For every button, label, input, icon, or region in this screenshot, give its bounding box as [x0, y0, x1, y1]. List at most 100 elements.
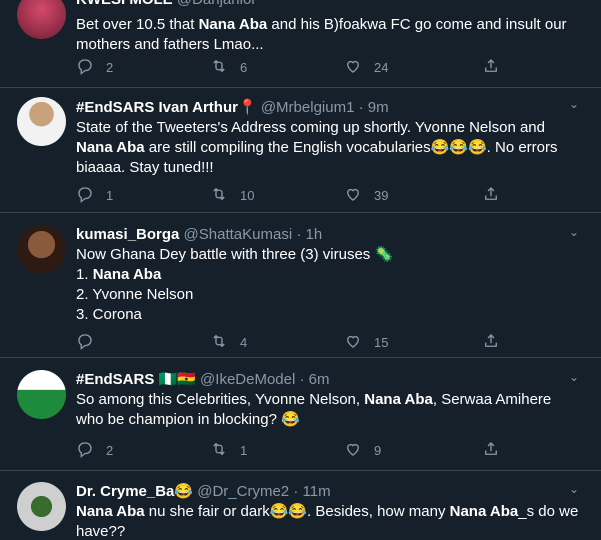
like-button[interactable]: 24 [344, 57, 388, 78]
tweet-actions: 2 1 9 [76, 440, 506, 460]
timestamp[interactable]: 11m [303, 483, 331, 500]
tweet-text: State of the Tweeters's Address coming u… [76, 118, 579, 178]
avatar[interactable] [17, 225, 66, 274]
tweet-header: Dr. Cryme_Ba😂 @Dr_Cryme2 · 11m [76, 482, 579, 502]
like-icon [344, 185, 362, 206]
share-button[interactable] [482, 440, 500, 461]
tweet-header: KWESI MOLE @Danjanior [76, 0, 579, 10]
tweet-text-segment: are still compiling the English vocabula… [76, 139, 562, 176]
tweet-text: Bet over 10.5 that Nana Aba and his B)fo… [76, 15, 579, 55]
tweet-header: #EndSARS 🇳🇬🇬🇭 @IkeDeModel · 6m [76, 370, 579, 390]
reply-count: 2 [106, 60, 114, 75]
author-handle[interactable]: @ShattaKumasi [184, 226, 293, 243]
tweet[interactable]: kumasi_Borga @ShattaKumasi · 1h Now Ghan… [0, 213, 601, 358]
like-count: 15 [374, 335, 389, 350]
tweet-text-segment: So among this Celebrities, Yvonne Nelson… [76, 391, 365, 408]
tweet-text-segment: 2. Yvonne Nelson 3. Corona [76, 286, 194, 323]
like-count: 9 [374, 443, 382, 458]
chevron-down-icon[interactable]: ⌄ [569, 225, 579, 239]
avatar[interactable] [17, 97, 66, 146]
separator-dot: · [296, 226, 302, 243]
author-handle[interactable]: @Dr_Cryme2 [197, 483, 289, 500]
tweet-actions: 2 6 24 [76, 57, 506, 77]
author-name[interactable]: kumasi_Borga [76, 226, 179, 243]
share-icon [482, 440, 500, 461]
avatar[interactable] [17, 482, 66, 531]
tweet-text-segment: Bet over 10.5 that [76, 16, 199, 33]
retweet-icon [210, 185, 228, 206]
like-button[interactable]: 9 [344, 440, 381, 461]
tweet-text: Nana Aba nu she fair or dark😂😂. Besides,… [76, 502, 579, 540]
timestamp[interactable]: 9m [368, 99, 389, 116]
reply-icon [76, 332, 94, 353]
reply-icon [76, 440, 94, 461]
highlighted-term: Nana Aba [76, 503, 145, 520]
tweet[interactable]: #EndSARS Ivan Arthur📍 @Mrbelgium1 · 9m S… [0, 88, 601, 213]
like-icon [344, 332, 362, 353]
retweet-button[interactable]: 10 [210, 185, 254, 206]
reply-button[interactable]: 2 [76, 57, 113, 78]
share-button[interactable] [482, 185, 500, 206]
share-icon [482, 185, 500, 206]
highlighted-term: Nana Aba [198, 16, 268, 33]
avatar[interactable] [17, 0, 66, 39]
author-name[interactable]: #EndSARS Ivan Arthur [76, 99, 238, 116]
like-icon [344, 440, 362, 461]
tweet-actions: 1 10 39 [76, 185, 506, 205]
share-button[interactable] [482, 57, 500, 78]
tweet-actions: 4 15 [76, 332, 506, 352]
chevron-down-icon[interactable]: ⌄ [569, 97, 579, 111]
reply-count: 1 [106, 188, 114, 203]
tweet[interactable]: KWESI MOLE @Danjanior Bet over 10.5 that… [0, 0, 601, 88]
separator-dot: · [299, 371, 305, 388]
separator-dot: · [293, 483, 299, 500]
timestamp[interactable]: 1h [306, 226, 323, 243]
retweet-icon [210, 440, 228, 461]
retweet-count: 4 [240, 335, 248, 350]
retweet-icon [210, 57, 228, 78]
reply-button[interactable] [76, 332, 106, 353]
tweet-text-segment: nu she fair or dark😂😂. Besides, how many [144, 503, 450, 520]
share-icon [482, 332, 500, 353]
tweet[interactable]: Dr. Cryme_Ba😂 @Dr_Cryme2 · 11m Nana Aba … [0, 471, 601, 540]
reply-button[interactable]: 1 [76, 185, 113, 206]
retweet-button[interactable]: 6 [210, 57, 247, 78]
highlighted-term: Nana Aba [76, 139, 145, 156]
tweet-header: kumasi_Borga @ShattaKumasi · 1h [76, 225, 579, 245]
author-name[interactable]: Dr. Cryme_Ba😂 [76, 483, 193, 500]
tweet-header: #EndSARS Ivan Arthur📍 @Mrbelgium1 · 9m [76, 97, 579, 118]
reply-icon [76, 57, 94, 78]
highlighted-term: Nana Aba [92, 266, 162, 283]
avatar[interactable] [17, 370, 66, 419]
retweet-button[interactable]: 1 [210, 440, 247, 461]
location-pin-icon: 📍 [237, 98, 257, 116]
like-button[interactable]: 15 [344, 332, 388, 353]
highlighted-term: Nana Aba [449, 503, 519, 520]
retweet-count: 10 [240, 188, 255, 203]
tweet-text: Now Ghana Dey battle with three (3) viru… [76, 245, 579, 325]
chevron-down-icon[interactable]: ⌄ [569, 482, 579, 496]
timestamp[interactable]: 6m [309, 371, 330, 388]
retweet-count: 1 [240, 443, 248, 458]
reply-button[interactable]: 2 [76, 440, 113, 461]
tweet[interactable]: #EndSARS 🇳🇬🇬🇭 @IkeDeModel · 6m So among … [0, 358, 601, 471]
author-name[interactable]: #EndSARS 🇳🇬🇬🇭 [76, 371, 196, 388]
chevron-down-icon[interactable]: ⌄ [569, 370, 579, 384]
separator-dot: · [358, 99, 364, 116]
retweet-button[interactable]: 4 [210, 332, 247, 353]
highlighted-term: Nana Aba [364, 391, 433, 408]
like-icon [344, 57, 362, 78]
author-handle[interactable]: @IkeDeModel [200, 371, 295, 388]
tweet-feed: KWESI MOLE @Danjanior Bet over 10.5 that… [0, 0, 601, 540]
tweet-text-segment: State of the Tweeters's Address coming u… [76, 119, 550, 136]
reply-count: 2 [106, 443, 114, 458]
share-button[interactable] [482, 332, 500, 353]
retweet-icon [210, 332, 228, 353]
like-count: 24 [374, 60, 389, 75]
share-icon [482, 57, 500, 78]
like-button[interactable]: 39 [344, 185, 388, 206]
author-name[interactable]: KWESI MOLE [76, 0, 173, 8]
like-count: 39 [374, 188, 389, 203]
author-handle[interactable]: @Mrbelgium1 [261, 99, 355, 116]
author-handle[interactable]: @Danjanior [177, 0, 256, 8]
